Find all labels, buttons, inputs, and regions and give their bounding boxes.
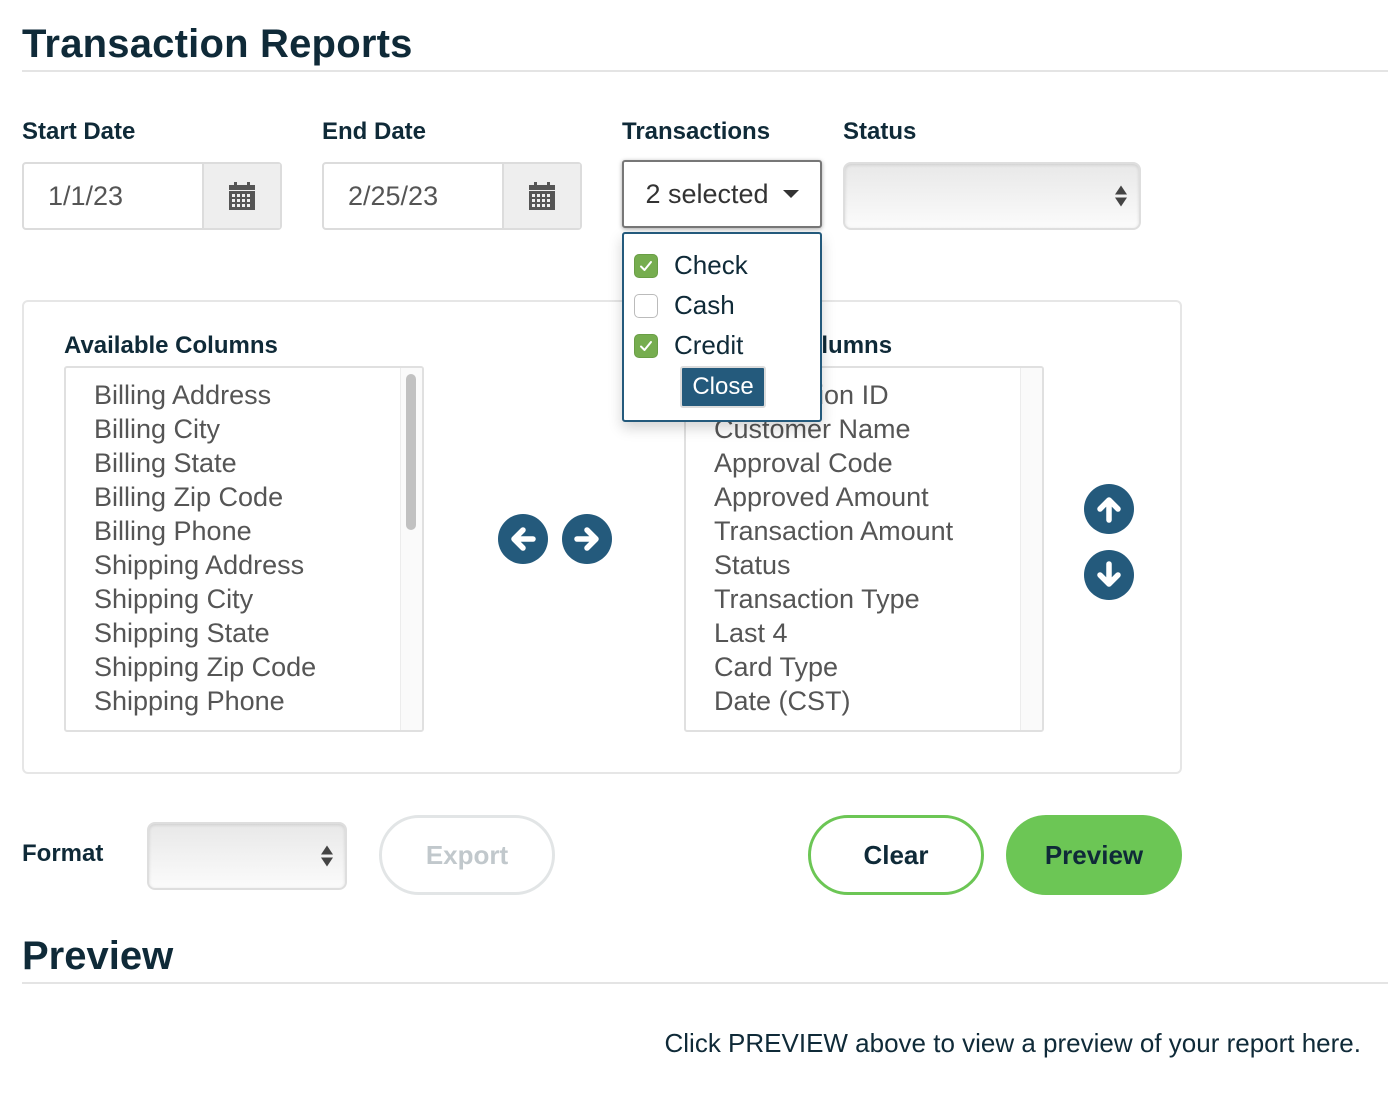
list-item[interactable]: Shipping Phone xyxy=(94,684,422,718)
arrow-right-circle-icon xyxy=(574,527,599,551)
transactions-selected-count: 2 selected xyxy=(645,178,769,209)
list-item[interactable]: Transaction Type xyxy=(714,582,1042,616)
option-label: Check xyxy=(674,250,748,280)
move-right-button[interactable] xyxy=(562,514,612,564)
transactions-dropdown: Check Cash Credit Close xyxy=(622,232,822,422)
list-item[interactable]: Shipping City xyxy=(94,582,422,616)
list-item[interactable]: Billing State xyxy=(94,446,422,480)
clear-button[interactable]: Clear xyxy=(808,815,984,895)
list-item[interactable]: Billing City xyxy=(94,412,422,446)
calendar-icon xyxy=(229,182,255,210)
preview-hint-text: Click PREVIEW above to view a preview of… xyxy=(664,1028,1361,1058)
option-label: Cash xyxy=(674,290,735,320)
list-item[interactable]: Status xyxy=(714,548,1042,582)
available-columns-scrollbar[interactable] xyxy=(400,368,422,730)
end-date-label: End Date xyxy=(322,118,427,145)
end-date-picker-button[interactable] xyxy=(502,164,580,228)
checkbox-unchecked-icon[interactable] xyxy=(634,293,658,318)
preview-heading: Preview xyxy=(22,934,174,978)
end-date-input[interactable] xyxy=(324,164,502,228)
start-date-field xyxy=(22,162,282,230)
list-item[interactable]: Shipping State xyxy=(94,616,422,650)
arrow-down-circle-icon xyxy=(1097,561,1121,587)
list-item[interactable]: Last 4 xyxy=(714,616,1042,650)
available-columns-label: Available Columns xyxy=(64,332,278,359)
move-left-button[interactable] xyxy=(498,514,548,564)
preview-button[interactable]: Preview xyxy=(1006,815,1182,895)
select-arrows-icon xyxy=(321,845,333,867)
start-date-picker-button[interactable] xyxy=(202,164,280,228)
calendar-icon xyxy=(529,182,555,210)
close-dropdown-button[interactable]: Close xyxy=(680,366,766,408)
caret-down-icon xyxy=(782,190,799,198)
transactions-label: Transactions xyxy=(622,118,771,145)
arrow-left-circle-icon xyxy=(511,527,536,551)
start-date-input[interactable] xyxy=(24,164,202,228)
option-label: Credit xyxy=(674,330,744,360)
columns-panel: Available Columns Billing Address Billin… xyxy=(22,300,1182,774)
title-divider xyxy=(22,70,1388,72)
list-item[interactable]: Card Type xyxy=(714,650,1042,684)
transactions-option-cash[interactable]: Cash xyxy=(634,290,735,321)
arrow-up-circle-icon xyxy=(1097,497,1121,523)
move-down-button[interactable] xyxy=(1084,550,1134,600)
format-label: Format xyxy=(22,840,104,867)
list-item[interactable]: Approval Code xyxy=(714,446,1042,480)
transactions-multiselect-button[interactable]: 2 selected xyxy=(622,160,822,228)
export-button[interactable]: Export xyxy=(379,815,555,895)
list-item[interactable]: Billing Zip Code xyxy=(94,480,422,514)
end-date-field xyxy=(322,162,582,230)
list-item[interactable]: Billing Address xyxy=(94,378,422,412)
list-item[interactable]: Shipping Address xyxy=(94,548,422,582)
start-date-label: Start Date xyxy=(22,118,136,145)
move-up-button[interactable] xyxy=(1084,484,1134,534)
list-item[interactable]: Transaction Amount xyxy=(714,514,1042,548)
transactions-option-credit[interactable]: Credit xyxy=(634,330,743,361)
page-title: Transaction Reports xyxy=(22,22,413,66)
select-arrows-icon xyxy=(1115,185,1127,207)
status-label: Status xyxy=(843,118,917,145)
transactions-option-check[interactable]: Check xyxy=(634,250,748,281)
list-item[interactable]: Approved Amount xyxy=(714,480,1042,514)
checkbox-checked-icon[interactable] xyxy=(634,333,658,358)
list-item[interactable]: Date (CST) xyxy=(714,684,1042,718)
format-select[interactable] xyxy=(147,822,347,890)
list-item[interactable]: Billing Phone xyxy=(94,514,422,548)
list-item[interactable]: Shipping Zip Code xyxy=(94,650,422,684)
checkbox-checked-icon[interactable] xyxy=(634,253,658,278)
preview-divider xyxy=(22,982,1388,984)
available-columns-list[interactable]: Billing Address Billing City Billing Sta… xyxy=(64,366,424,732)
selected-columns-scrollbar[interactable] xyxy=(1020,368,1042,730)
status-select[interactable] xyxy=(843,162,1141,230)
scrollbar-thumb[interactable] xyxy=(406,374,416,530)
